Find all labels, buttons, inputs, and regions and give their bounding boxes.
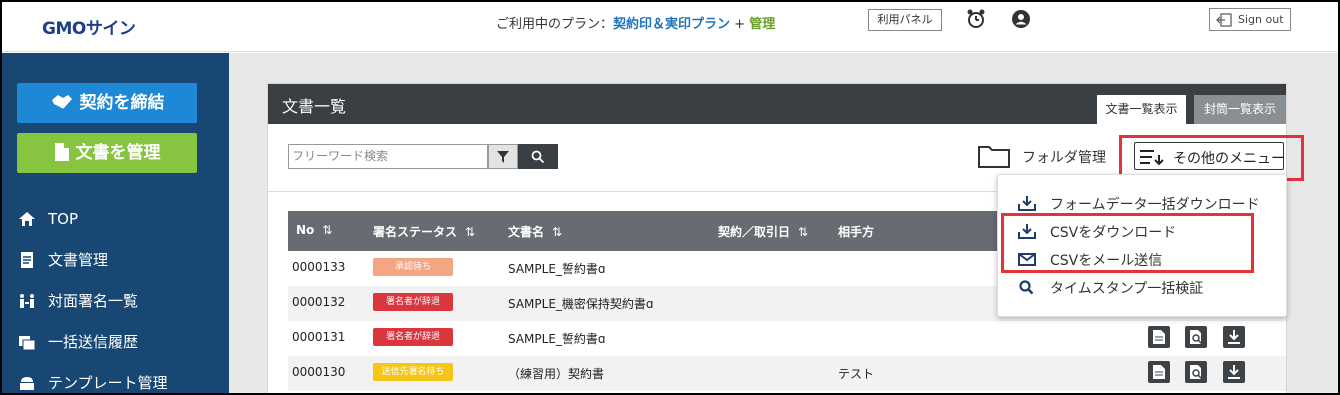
- status-badge: 署名者が辞退: [373, 328, 453, 346]
- sidebar-item-label: テンプレート管理: [48, 374, 168, 392]
- view-document-button[interactable]: [1148, 326, 1170, 348]
- template-icon: [20, 377, 34, 390]
- sign-out-button[interactable]: Sign out: [1209, 8, 1291, 31]
- table-row[interactable]: 0000130 送信先署名待ち （練習用）契約書 テスト: [288, 356, 1286, 391]
- search-icon: [1019, 280, 1034, 295]
- filter-button[interactable]: [488, 144, 518, 169]
- menu-item-label: フォームデータ一括ダウンロード: [1050, 197, 1260, 213]
- sign-contract-button[interactable]: 契約を締結: [17, 83, 197, 123]
- status-badge: 署名者が辞退: [373, 293, 453, 311]
- sort-icon: ⇅: [798, 225, 809, 239]
- row-number: 0000131: [292, 330, 346, 344]
- document-icon: [1153, 365, 1165, 379]
- sidebar-item-label: 一括送信履歴: [48, 333, 139, 351]
- sidebar: 契約を締結 文書を管理 TOP 文書管理 対面署名一覧 一括送信履歴 テンプレー…: [2, 53, 229, 393]
- handshake-icon: [51, 95, 72, 109]
- sort-icon: ⇅: [322, 223, 333, 237]
- home-icon: [19, 212, 35, 226]
- status-badge: 承認待ち: [373, 258, 453, 276]
- tab-envelope-list[interactable]: 封筒一覧表示: [1194, 95, 1286, 124]
- download-document-button[interactable]: [1223, 361, 1245, 383]
- document-icon: [54, 143, 69, 161]
- face-to-face-icon: [20, 294, 34, 308]
- column-header-no[interactable]: No ⇅: [296, 223, 332, 237]
- plan-admin: 管理: [749, 17, 776, 32]
- document-icon: [21, 252, 33, 268]
- download-icon: [1018, 196, 1036, 211]
- column-header-status[interactable]: 署名ステータス ⇅: [373, 223, 475, 240]
- top-header: GMOサイン ご利用中のプラン：契約印＆実印プラン + 管理 利用パネル Sig…: [2, 2, 1338, 52]
- document-search-icon: [1190, 330, 1203, 345]
- download-icon: [1228, 330, 1240, 344]
- document-name[interactable]: SAMPLE_機密保持契約書ɑ: [508, 295, 654, 312]
- view-document-button[interactable]: [1148, 361, 1170, 383]
- bulk-send-icon: [19, 336, 36, 351]
- status-badge: 送信先署名待ち: [373, 363, 453, 381]
- plan-prefix: ご利用中のプラン：: [496, 17, 614, 32]
- filter-icon: [497, 150, 509, 163]
- sort-icon: ⇅: [552, 225, 563, 239]
- sign-out-icon: [1216, 13, 1232, 27]
- column-header-date[interactable]: 契約／取引日 ⇅: [718, 223, 808, 240]
- partner-name: テスト: [838, 367, 875, 381]
- gmo-sign-logo[interactable]: GMOサイン: [42, 14, 136, 39]
- search-input[interactable]: フリーワード検索: [288, 144, 488, 169]
- search-icon: [531, 150, 545, 163]
- sidebar-item-label: TOP: [48, 210, 79, 228]
- sidebar-item-label: 文書管理: [48, 251, 109, 269]
- row-number: 0000132: [292, 295, 346, 309]
- plan-plus: +: [730, 17, 750, 32]
- page-title: 文書一覧: [282, 97, 347, 116]
- search-button[interactable]: [518, 144, 558, 169]
- download-document-button[interactable]: [1223, 326, 1245, 348]
- column-header-partner: 相手方: [838, 225, 875, 239]
- app-window: GMOサイン ご利用中のプラン：契約印＆実印プラン + 管理 利用パネル Sig…: [2, 2, 1338, 393]
- user-account-icon[interactable]: [1011, 9, 1031, 29]
- row-number: 0000133: [292, 260, 346, 274]
- folder-icon: [978, 146, 1010, 168]
- document-search-icon: [1190, 365, 1203, 380]
- alarm-clock-icon[interactable]: [966, 9, 986, 29]
- document-name[interactable]: SAMPLE_誓約書ɑ: [508, 260, 606, 277]
- sign-contract-label: 契約を締結: [79, 93, 165, 113]
- document-icon: [1153, 330, 1165, 344]
- tab-document-list[interactable]: 文書一覧表示: [1097, 95, 1186, 124]
- manage-documents-button[interactable]: 文書を管理: [17, 133, 197, 173]
- plan-info: ご利用中のプラン：契約印＆実印プラン + 管理: [496, 13, 775, 32]
- row-number: 0000130: [292, 365, 346, 379]
- manage-documents-label: 文書を管理: [75, 143, 161, 163]
- highlight-box-csv-items: [1001, 213, 1254, 273]
- preview-document-button[interactable]: [1185, 361, 1207, 383]
- sign-out-label: Sign out: [1238, 13, 1284, 26]
- card-header: 文書一覧 文書一覧表示 封筒一覧表示: [268, 84, 1286, 124]
- menu-item-label: タイムスタンプ一括検証: [1050, 281, 1204, 297]
- preview-document-button[interactable]: [1185, 326, 1207, 348]
- document-name[interactable]: （練習用）契約書: [508, 365, 604, 382]
- sidebar-item-label: 対面署名一覧: [48, 292, 139, 310]
- plan-name: 契約印＆実印プラン: [613, 17, 731, 32]
- download-icon: [1228, 365, 1240, 379]
- usage-panel-button[interactable]: 利用パネル: [868, 9, 942, 31]
- document-name[interactable]: SAMPLE_誓約書ɑ: [508, 330, 606, 347]
- folder-management-label: フォルダ管理: [1022, 150, 1106, 166]
- table-row[interactable]: 0000131 署名者が辞退 SAMPLE_誓約書ɑ: [288, 321, 1286, 356]
- sort-icon: ⇅: [465, 225, 476, 239]
- column-header-document-name[interactable]: 文書名 ⇅: [508, 223, 562, 240]
